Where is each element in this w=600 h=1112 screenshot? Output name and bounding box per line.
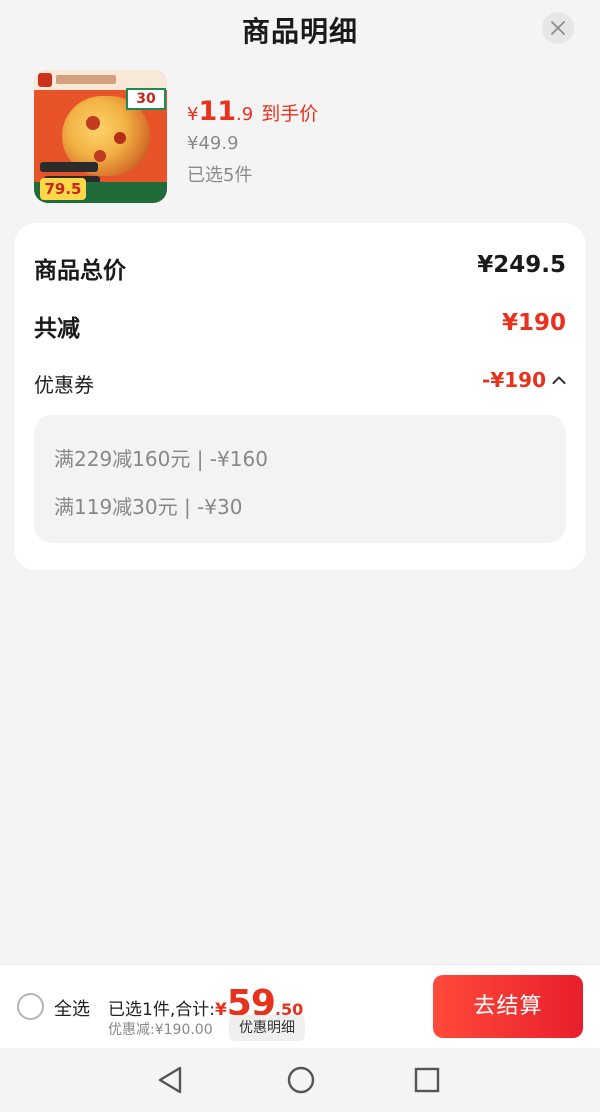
total-reduce-label: 共减 [34,316,80,342]
product-image[interactable]: 30 79.5 [34,70,167,203]
image-badge: 30 [126,88,166,110]
chevron-up-icon[interactable] [552,375,566,385]
checkout-button[interactable]: 去结算 [433,975,583,1038]
selected-count: 已选5件 [187,165,253,186]
price-decimal: .9 [236,104,254,125]
coupon-value[interactable]: -¥190 [482,368,546,392]
home-circle-icon[interactable] [286,1065,316,1095]
select-all-checkbox[interactable] [17,993,44,1020]
discount-text: 优惠减:¥190.00 [108,1022,213,1038]
price-summary-card: 商品总价 ¥249.5 共减 ¥190 优惠券 -¥190 满229减160元 … [14,223,586,570]
price-currency: ¥ [187,104,199,125]
total-reduce-value: ¥190 [501,310,566,336]
back-triangle-icon[interactable] [156,1065,186,1095]
checkout-bar: 全选 已选1件,合计:¥59.50 优惠减:¥190.00 优惠明细 去结算 [0,964,600,1048]
system-nav-bar [0,1048,600,1112]
select-all-label[interactable]: 全选 [54,995,90,1021]
total-prefix: 已选1件,合计: [108,1000,215,1020]
price-integer: 11 [198,96,237,127]
price-tag: 到手价 [261,103,319,125]
close-button[interactable] [542,12,574,44]
coupon-label: 优惠券 [34,373,94,397]
original-price: ¥49.9 [187,133,239,154]
image-price-badge: 79.5 [40,178,86,200]
coupon-item: 满229减160元 | -¥160 [54,447,268,471]
close-icon [551,21,565,35]
promo-band [40,162,98,172]
brand-logo-icon [38,73,52,87]
shop-name-strip [56,75,116,84]
sheet-header: 商品明细 [0,0,600,56]
pepperoni-icon [86,116,100,130]
pepperoni-icon [94,150,106,162]
discount-detail-button[interactable]: 优惠明细 [229,1015,305,1041]
total-currency: ¥ [214,1000,227,1020]
page-title: 商品明细 [241,15,358,48]
final-price: ¥11.9 到手价 [187,96,318,130]
coupon-item: 满119减30元 | -¥30 [54,495,243,519]
product-detail-sheet: 商品明细 30 79.5 ¥11.9 到手价 ¥49.9 已选5件 商品总价 ¥2… [0,0,600,1112]
coupon-list: 满229减160元 | -¥160 满119减30元 | -¥30 [34,415,566,543]
recent-square-icon[interactable] [413,1066,441,1094]
total-price-value: ¥249.5 [477,252,566,278]
total-amount: 已选1件,合计:¥59.50 [108,983,303,1024]
pepperoni-icon [114,132,126,144]
total-price-label: 商品总价 [34,258,126,284]
